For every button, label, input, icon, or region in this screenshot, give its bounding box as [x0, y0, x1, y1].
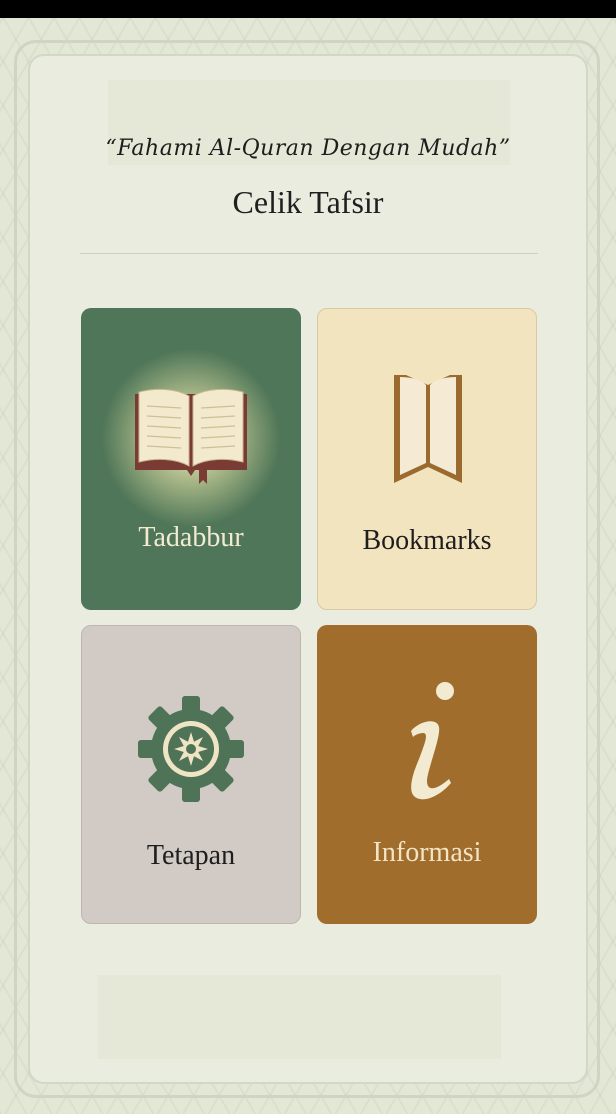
tadabbur-label: Tadabbur [138, 522, 244, 553]
tagline: “Fahami Al-Quran Dengan Mudah” [105, 136, 511, 161]
bookmarks-button[interactable]: Bookmarks [317, 308, 537, 610]
tadabbur-button[interactable]: Tadabbur [81, 308, 301, 610]
bookmarks-label: Bookmarks [362, 525, 492, 556]
informasi-button[interactable]: Informasi [317, 625, 537, 924]
open-book-icon [135, 388, 247, 484]
footer-box [98, 975, 501, 1059]
status-bar [0, 0, 616, 18]
informasi-label: Informasi [372, 837, 482, 868]
bookmark-book-icon [394, 375, 462, 483]
info-icon [411, 682, 454, 800]
tetapan-button[interactable]: Tetapan [81, 625, 301, 924]
gear-icon [138, 696, 244, 802]
divider [80, 253, 538, 254]
app-title: Celik Tafsir [232, 184, 384, 220]
tetapan-label: Tetapan [146, 840, 236, 871]
